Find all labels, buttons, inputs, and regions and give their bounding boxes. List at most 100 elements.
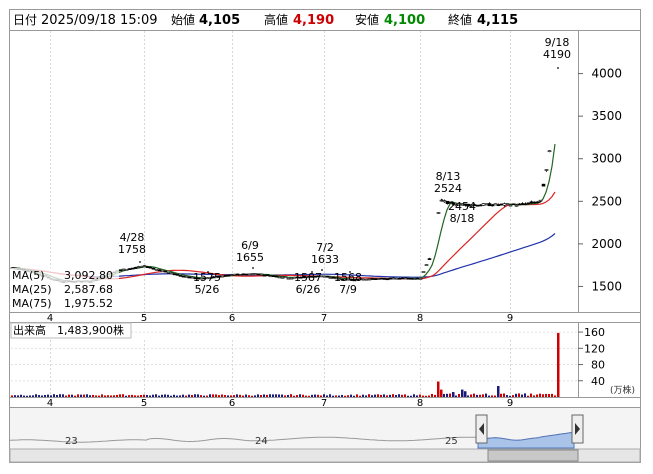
volume-bar: [410, 395, 412, 397]
candle-down: [487, 203, 492, 207]
volume-bar: [98, 395, 100, 397]
candle-up: [124, 268, 129, 271]
volume-bar: [239, 394, 241, 397]
volume-bar: [113, 395, 115, 397]
candle-down: [118, 269, 123, 271]
open-label: 始値: [171, 12, 195, 27]
volume-bar: [242, 395, 244, 397]
candle-up: [268, 275, 273, 278]
volume-bar: [89, 395, 91, 397]
volume-bar: [257, 394, 259, 397]
navigator-right-handle[interactable]: [571, 414, 584, 444]
candle-down: [385, 278, 390, 281]
volume-bar: [221, 394, 223, 397]
navigator-scrollbar-thumb[interactable]: [487, 449, 579, 462]
candle-down: [415, 277, 420, 280]
volume-bar: [173, 394, 175, 397]
volume-bar: [20, 394, 22, 397]
volume-bar: [125, 395, 127, 397]
open-value: 4,105: [199, 13, 240, 28]
candle-down: [265, 274, 270, 276]
chart-svg: 日付 2025/09/18 15:09 始値 4,105 高値 4,190 安値…: [9, 9, 641, 463]
candle-up: [508, 204, 513, 207]
volume-bar: [176, 395, 178, 397]
candle-up: [364, 278, 369, 281]
volume-bar: [26, 395, 28, 397]
volume-bar: [296, 395, 298, 397]
candle-down: [529, 201, 534, 204]
volume-bar: [539, 393, 541, 397]
annotation-marker: [252, 267, 254, 269]
volume-bar: [275, 394, 277, 397]
month-label: 9: [507, 398, 513, 409]
volume-bar: [35, 394, 37, 397]
candle-down: [175, 274, 180, 276]
volume-bar: [122, 394, 124, 397]
candle-down: [370, 278, 375, 280]
volume-bar: [197, 394, 199, 397]
volume-bar: [365, 395, 367, 397]
volume-bar: [467, 395, 469, 397]
volume-bar: [371, 395, 373, 397]
candle-up: [232, 273, 237, 276]
candle-down: [241, 273, 246, 276]
volume-bar: [164, 394, 166, 397]
volume-bar: [86, 394, 88, 397]
volume-bar: [29, 395, 31, 397]
price-y-tick-label: 3000: [591, 152, 622, 166]
month-label: 7: [321, 313, 327, 324]
volume-bar: [155, 394, 157, 397]
volume-bar: [284, 395, 286, 397]
annotation-value: 1758: [118, 243, 146, 256]
range-navigator[interactable]: 23 24 25: [9, 408, 641, 463]
volume-bar: [185, 395, 187, 397]
candle-up: [286, 277, 291, 280]
volume-bar: [455, 395, 457, 397]
month-label: 8: [417, 398, 423, 409]
date-label: 日付: [13, 13, 37, 27]
volume-bar: [422, 395, 424, 397]
ma-legend: MA(5) 3,092.80 MA(25) 2,587.68 MA(75) 1,…: [11, 268, 119, 310]
volume-bar: [425, 395, 427, 397]
volume-bar: [380, 394, 382, 397]
volume-bar: [341, 394, 343, 397]
candle-up: [436, 212, 441, 214]
volume-bar: [38, 395, 40, 397]
candle-down: [535, 201, 540, 204]
volume-bar: [215, 394, 217, 397]
volume-bar: [77, 394, 79, 397]
candle-down: [382, 278, 387, 280]
volume-bar: [317, 394, 319, 397]
candle-down: [397, 278, 402, 280]
close-value: 4,115: [477, 13, 518, 28]
price-y-tick-label: 1500: [591, 279, 622, 293]
volume-bar: [314, 394, 316, 397]
price-y-tick-label: 3500: [591, 109, 622, 123]
volume-bar-spike: [437, 381, 440, 397]
candle-down: [511, 203, 516, 206]
volume-bar-spike: [452, 392, 455, 397]
volume-bar: [206, 395, 208, 397]
month-label: 5: [141, 398, 147, 409]
volume-bar: [293, 395, 295, 397]
volume-bar: [356, 394, 358, 397]
volume-bar: [311, 394, 313, 397]
navigator-left-handle[interactable]: [475, 414, 488, 444]
volume-bar: [104, 395, 106, 397]
volume-bar: [167, 394, 169, 397]
stock-chart-widget: 日付 2025/09/18 15:09 始値 4,105 高値 4,190 安値…: [0, 0, 653, 470]
datetime-value: 2025/09/18 15:09: [41, 13, 158, 28]
volume-bar: [407, 395, 409, 397]
candle-up: [136, 266, 141, 268]
volume-bar: [203, 395, 205, 397]
month-label: 9: [507, 313, 513, 324]
volume-bar: [479, 394, 481, 397]
volume-bar: [287, 394, 289, 397]
volume-bar: [389, 394, 391, 397]
volume-bar: [362, 394, 364, 397]
volume-bar: [338, 395, 340, 397]
volume-bar: [44, 395, 46, 397]
volume-bar: [404, 394, 406, 397]
volume-bar: [395, 395, 397, 397]
annotation-value: 1633: [311, 253, 339, 266]
